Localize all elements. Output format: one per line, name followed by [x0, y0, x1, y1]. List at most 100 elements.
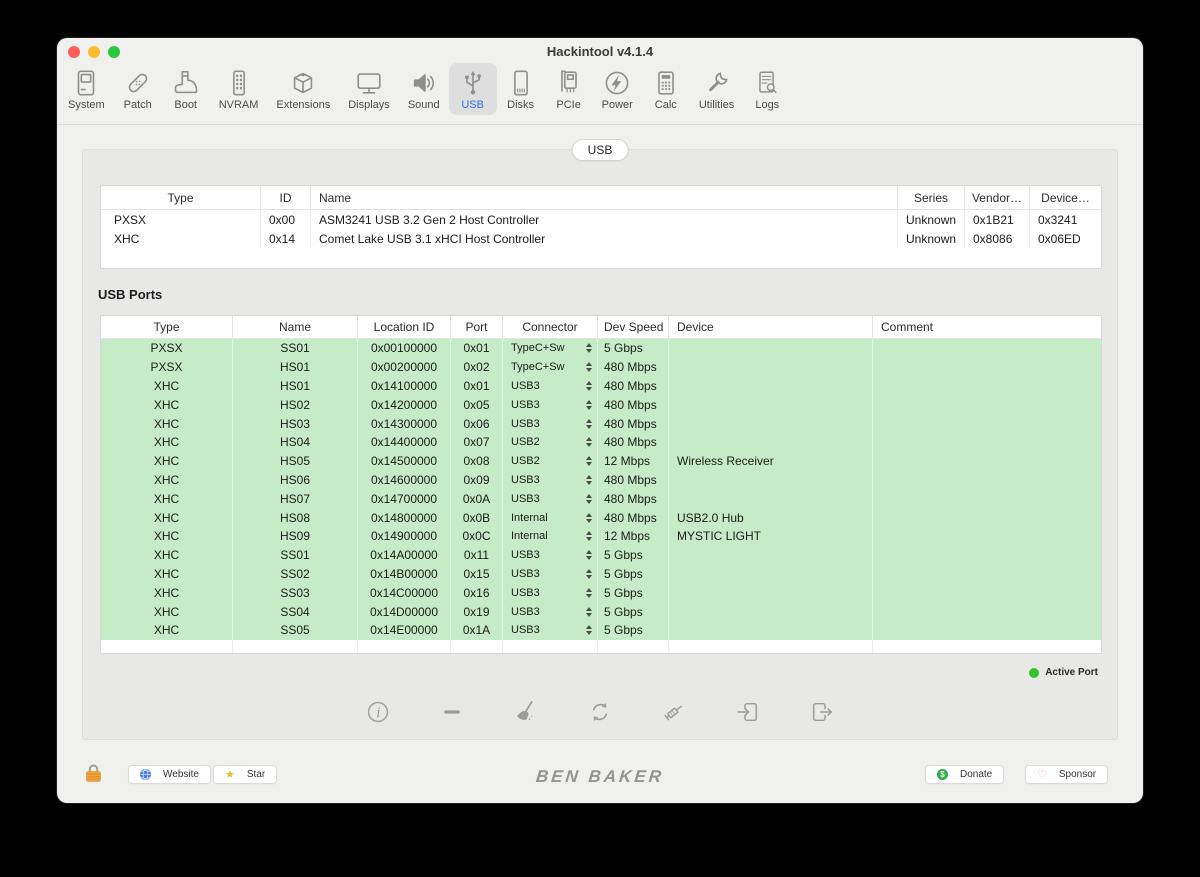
column-header-name[interactable]: Name [311, 186, 898, 209]
table-row[interactable]: XHC SS01 0x14A00000 0x11 USB3 5 Gbps [101, 545, 1101, 565]
toolbar-item-usb[interactable]: USB [448, 63, 497, 115]
connector-stepper-icon[interactable] [586, 494, 592, 504]
column-header-dev-speed[interactable]: Dev Speed [598, 316, 669, 338]
toolbar-item-extensions[interactable]: Extensions [267, 63, 339, 115]
table-row[interactable]: XHC SS04 0x14D00000 0x19 USB3 5 Gbps [101, 602, 1101, 621]
column-header-type[interactable]: Type [101, 316, 233, 338]
connector-value: USB2 [511, 436, 540, 449]
title-bar[interactable]: Hackintool v4.1.4 [57, 38, 1143, 64]
sponsor-button[interactable]: ♡ Sponsor [1025, 765, 1109, 784]
toolbar-item-label: Sound [407, 99, 440, 111]
connector-stepper-icon[interactable] [586, 607, 592, 617]
toolbar-item-sound[interactable]: Sound [399, 63, 449, 115]
connector-stepper-icon[interactable] [586, 588, 592, 598]
table-cell: HS08 [233, 508, 358, 527]
column-header-vendor[interactable]: Vendor… [965, 186, 1030, 209]
column-header-series[interactable]: Series [898, 186, 965, 209]
table-row[interactable]: XHC HS09 0x14900000 0x0C Internal 12 Mbps MYST… [101, 526, 1101, 546]
column-header-id[interactable]: ID [261, 186, 311, 209]
toolbar-item-utilities[interactable]: Utilities [690, 63, 743, 115]
toolbar-item-label: System [68, 99, 105, 111]
table-row[interactable]: XHC HS02 0x14200000 0x05 USB3 480 Mbps [101, 395, 1101, 415]
table-cell: 0x06 [451, 414, 503, 433]
toolbar-item-power[interactable]: Power [593, 63, 642, 115]
import-button[interactable] [734, 698, 762, 726]
table-cell: 0x3241 [1038, 212, 1078, 227]
connector-value: USB3 [511, 417, 540, 430]
table-row[interactable]: XHC HS07 0x14700000 0x0A USB3 480 Mbps [101, 489, 1101, 509]
table-row[interactable]: PXSX HS01 0x00200000 0x02 TypeC+Sw 480 Mbps [101, 357, 1101, 377]
toolbar-item-patch[interactable]: Patch [114, 63, 162, 115]
table-row[interactable]: XHC 0x14 Comet Lake USB 3.1 xHCI Host Cont… [101, 229, 1101, 248]
table-cell: 480 Mbps [598, 357, 669, 377]
export-button[interactable] [808, 698, 836, 726]
table-cell [669, 583, 873, 603]
connector-stepper-icon[interactable] [586, 550, 592, 560]
toolbar-item-disks[interactable]: Disks [497, 63, 545, 115]
column-header-device[interactable]: Device… [1030, 186, 1101, 209]
table-row[interactable]: XHC SS03 0x14C00000 0x16 USB3 5 Gbps [101, 583, 1101, 603]
connector-stepper-icon[interactable] [586, 381, 592, 391]
connector-stepper-icon[interactable] [586, 513, 592, 523]
remove-button[interactable] [438, 698, 466, 726]
toolbar-item-logs[interactable]: Logs [743, 63, 791, 115]
connector-value: USB2 [511, 455, 540, 468]
toolbar-item-label: Calc [654, 99, 677, 111]
table-row[interactable]: PXSX SS01 0x00100000 0x01 TypeC+Sw 5 Gbps [101, 339, 1101, 358]
table-cell [669, 564, 873, 584]
toolbar-item-calc[interactable]: Calc [642, 63, 690, 115]
table-row[interactable]: XHC HS01 0x14100000 0x01 USB3 480 Mbps [101, 376, 1101, 396]
table-cell: XHC [101, 229, 261, 248]
table-row[interactable]: XHC HS05 0x14500000 0x08 USB2 12 Mbps Wireless… [101, 451, 1101, 471]
connector-value: USB3 [511, 624, 540, 637]
table-row[interactable]: XHC SS05 0x14E00000 0x1A USB3 5 Gbps [101, 620, 1101, 640]
connector-stepper-icon[interactable] [586, 625, 592, 635]
table-cell [873, 621, 1101, 640]
connector-stepper-icon[interactable] [586, 343, 592, 353]
table-cell: 0x0A [451, 489, 503, 509]
table-cell [873, 546, 1101, 565]
clean-button[interactable] [512, 698, 540, 726]
toolbar-item-displays[interactable]: Displays [339, 63, 399, 115]
connector-stepper-icon[interactable] [586, 456, 592, 466]
column-header-location-id[interactable]: Location ID [358, 316, 451, 338]
table-row[interactable]: XHC HS03 0x14300000 0x06 USB3 480 Mbps [101, 414, 1101, 433]
connector-stepper-icon[interactable] [586, 419, 592, 429]
connector-stepper-icon[interactable] [586, 437, 592, 447]
table-cell: 0x1B21 [965, 210, 1030, 229]
donate-button[interactable]: Donate [925, 765, 1005, 784]
active-port-legend: Active Port [1029, 667, 1098, 678]
column-header-name[interactable]: Name [233, 316, 358, 338]
table-row[interactable]: XHC HS08 0x14800000 0x0B Internal 480 Mbps USB… [101, 508, 1101, 527]
connector-stepper-icon[interactable] [586, 475, 592, 485]
inject-button[interactable] [660, 698, 688, 726]
toolbar-item-label: Logs [755, 99, 780, 111]
table-cell: XHC [101, 489, 233, 509]
connector-stepper-icon[interactable] [586, 569, 592, 579]
export-icon [808, 698, 836, 726]
table-cell [873, 602, 1101, 621]
toolbar-item-boot[interactable]: Boot [162, 63, 210, 115]
refresh-button[interactable] [586, 698, 614, 726]
toolbar-item-label: USB [461, 99, 484, 111]
column-header-connector[interactable]: Connector [503, 316, 598, 338]
table-cell: 0x11 [451, 545, 503, 565]
table-row[interactable]: XHC HS04 0x14400000 0x07 USB2 480 Mbps [101, 432, 1101, 452]
connector-stepper-icon[interactable] [586, 400, 592, 410]
table-cell: XHC [101, 376, 233, 396]
table-cell: 0x08 [451, 451, 503, 471]
toolbar-item-system[interactable]: System [59, 63, 114, 115]
toolbar-item-pcie[interactable]: PCIe [545, 63, 593, 115]
info-button[interactable] [364, 698, 392, 726]
toolbar-item-nvram[interactable]: NVRAM [210, 63, 268, 115]
column-header-port[interactable]: Port [451, 316, 503, 338]
table-row[interactable]: XHC SS02 0x14B00000 0x15 USB3 5 Gbps [101, 564, 1101, 584]
table-row[interactable]: PXSX 0x00 ASM3241 USB 3.2 Gen 2 Host Contr… [101, 210, 1101, 229]
column-header-type[interactable]: Type [101, 186, 261, 209]
tab-usb[interactable]: USB [571, 139, 629, 161]
connector-stepper-icon[interactable] [586, 362, 592, 372]
column-header-comment[interactable]: Comment [873, 316, 1101, 338]
table-row[interactable]: XHC HS06 0x14600000 0x09 USB3 480 Mbps [101, 470, 1101, 490]
connector-stepper-icon[interactable] [586, 531, 592, 541]
column-header-device[interactable]: Device [669, 316, 873, 338]
